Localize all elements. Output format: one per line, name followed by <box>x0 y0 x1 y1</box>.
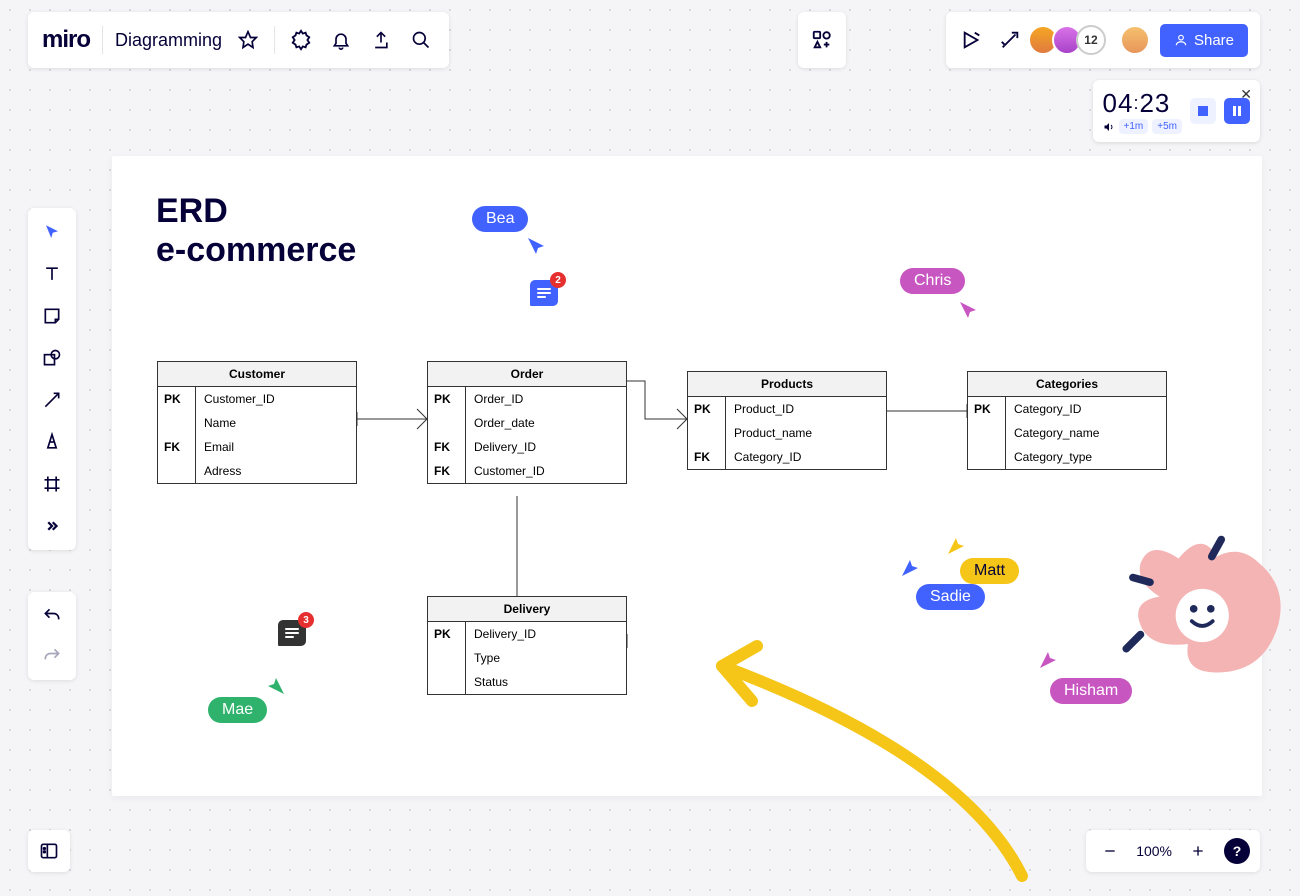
header-right: 12 Share <box>946 12 1260 68</box>
erd-table-header: Order <box>428 362 626 387</box>
board-name[interactable]: Diagramming <box>115 30 222 51</box>
erd-table-customer[interactable]: Customer PKCustomer_ID Name FKEmail Adre… <box>157 361 357 484</box>
erd-table-header: Categories <box>968 372 1166 397</box>
reactions-icon[interactable] <box>996 26 1024 54</box>
cursor-arrow-icon <box>528 238 544 254</box>
arrow-annotation[interactable] <box>662 626 1062 886</box>
pen-tool[interactable] <box>38 428 66 456</box>
frame-title: ERD e-commerce <box>156 192 356 270</box>
erd-table-header: Products <box>688 372 886 397</box>
comment-count-badge: 3 <box>298 612 314 628</box>
text-tool[interactable] <box>38 260 66 288</box>
zoom-percent[interactable]: 100% <box>1136 843 1172 859</box>
close-icon[interactable]: ✕ <box>1240 86 1252 103</box>
comment-count-badge: 2 <box>550 272 566 288</box>
avatar-self[interactable] <box>1120 25 1150 55</box>
star-icon[interactable] <box>234 26 262 54</box>
undo-button[interactable] <box>38 602 66 630</box>
more-tools[interactable] <box>38 512 66 540</box>
connector-tool[interactable] <box>38 386 66 414</box>
cursor-arrow-icon <box>902 560 918 576</box>
comment-indicator[interactable]: 3 <box>278 620 306 646</box>
zoom-bar: 100% ? <box>1086 830 1260 872</box>
erd-table-header: Delivery <box>428 597 626 622</box>
erd-table-products[interactable]: Products PKProduct_ID Product_name FKCat… <box>687 371 887 470</box>
toolbar-history <box>28 592 76 680</box>
panel-toggle[interactable] <box>28 830 70 872</box>
cursor-arrow-icon <box>960 302 976 318</box>
help-button[interactable]: ? <box>1224 838 1250 864</box>
settings-icon[interactable] <box>287 26 315 54</box>
avatar-stack[interactable]: 12 <box>1034 25 1106 55</box>
zoom-in-button[interactable] <box>1184 837 1212 865</box>
bell-icon[interactable] <box>327 26 355 54</box>
frame-tool[interactable] <box>38 470 66 498</box>
cursor-bea: Bea <box>472 206 528 232</box>
comment-indicator[interactable]: 2 <box>530 280 558 306</box>
timer-add-5m[interactable]: +5m <box>1152 119 1182 134</box>
present-icon[interactable] <box>958 26 986 54</box>
erd-table-delivery[interactable]: Delivery PKDelivery_ID Type Status <box>427 596 627 695</box>
share-button[interactable]: Share <box>1160 24 1248 57</box>
logo[interactable]: miro <box>42 26 90 54</box>
share-label: Share <box>1194 32 1234 49</box>
cursor-arrow-icon <box>948 538 964 554</box>
cursor-chris: Chris <box>900 268 965 294</box>
avatar-overflow[interactable]: 12 <box>1076 25 1106 55</box>
sticky-tool[interactable] <box>38 302 66 330</box>
select-tool[interactable] <box>38 218 66 246</box>
zoom-out-button[interactable] <box>1096 837 1124 865</box>
sound-icon[interactable] <box>1103 121 1115 133</box>
cursor-mae: Mae <box>208 697 267 723</box>
redo-button[interactable] <box>38 642 66 670</box>
erd-table-order[interactable]: Order PKOrder_ID Order_date FKDelivery_I… <box>427 361 627 484</box>
cursor-sadie: Sadie <box>916 584 985 610</box>
timer-display: 04:23 <box>1103 88 1182 119</box>
divider <box>274 26 275 54</box>
export-icon[interactable] <box>367 26 395 54</box>
erd-table-header: Customer <box>158 362 356 387</box>
timer-add-1m[interactable]: +1m <box>1119 119 1149 134</box>
header-left: miro Diagramming <box>28 12 449 68</box>
erd-table-categories[interactable]: Categories PKCategory_ID Category_name C… <box>967 371 1167 470</box>
divider <box>102 26 103 54</box>
apps-button[interactable] <box>798 12 846 68</box>
cursor-hisham: Hisham <box>1050 678 1132 704</box>
shape-tool[interactable] <box>38 344 66 372</box>
ok-hand-sticker[interactable] <box>1112 511 1300 701</box>
search-icon[interactable] <box>407 26 435 54</box>
toolbar <box>28 208 76 550</box>
timer-panel: 04:23 +1m +5m ✕ <box>1093 80 1260 142</box>
cursor-arrow-icon <box>1040 652 1056 668</box>
timer-stop-button[interactable] <box>1190 98 1216 124</box>
cursor-arrow-icon <box>268 678 284 694</box>
cursor-matt: Matt <box>960 558 1019 584</box>
